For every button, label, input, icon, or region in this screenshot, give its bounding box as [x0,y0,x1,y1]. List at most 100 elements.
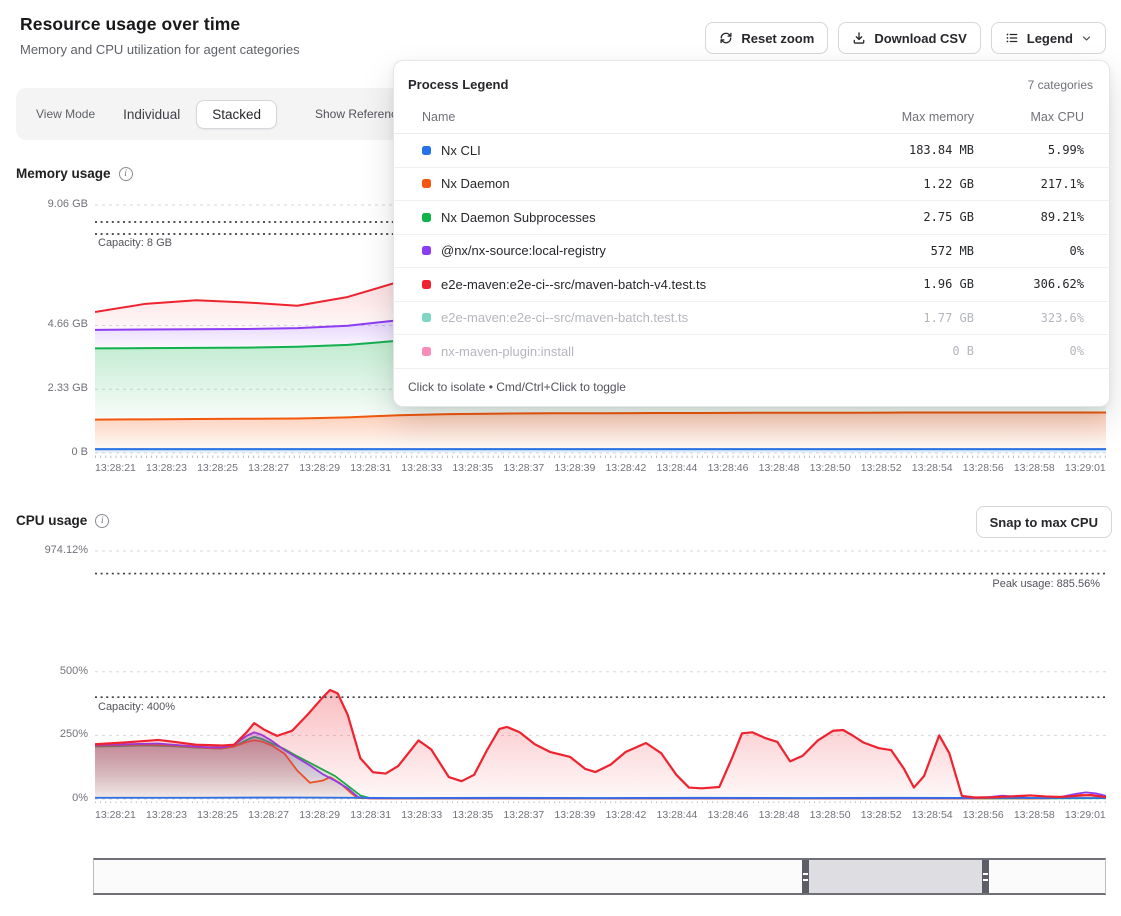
brush-handle-right[interactable] [982,860,989,893]
series-max-cpu: 89.21% [974,210,1084,224]
series-max-memory: 183.84 MB [824,143,974,157]
x-tick-label: 13:28:27 [248,462,289,474]
series-max-memory: 1.77 GB [824,311,974,325]
x-tick-label: 13:28:23 [146,462,187,474]
series-color-swatch [422,213,431,222]
resource-usage-page: Resource usage over time Memory and CPU … [0,0,1121,916]
x-tick-label: 13:28:44 [657,462,698,474]
series-max-memory: 1.22 GB [824,177,974,191]
snap-to-max-cpu-button[interactable]: Snap to max CPU [976,506,1112,538]
download-csv-button[interactable]: Download CSV [838,22,980,54]
legend-row[interactable]: e2e-maven:e2e-ci--src/maven-batch-v4.tes… [394,268,1109,302]
x-tick-label: 13:28:46 [708,809,749,821]
column-max-memory: Max memory [824,110,974,124]
x-tick-label: 13:28:37 [503,809,544,821]
x-tick-label: 13:28:35 [452,809,493,821]
series-name: e2e-maven:e2e-ci--src/maven-batch-v4.tes… [441,277,824,292]
x-tick-label: 13:28:42 [605,462,646,474]
x-tick-label: 13:28:29 [299,809,340,821]
brush-selection[interactable] [802,860,989,893]
x-tick-label: 13:28:50 [810,809,851,821]
brush-handle-left[interactable] [802,860,809,893]
reset-zoom-button[interactable]: Reset zoom [705,22,828,54]
x-tick-label: 13:28:31 [350,809,391,821]
x-tick-label: 13:29:01 [1065,462,1106,474]
view-mode-label: View Mode [36,107,95,121]
page-title: Resource usage over time [20,14,300,35]
legend-label: Legend [1027,31,1073,46]
legend-row[interactable]: Nx CLI183.84 MB5.99% [394,134,1109,168]
info-icon[interactable] [95,514,109,528]
grip-icon [803,873,808,881]
legend-row[interactable]: @nx/nx-source:local-registry572 MB0% [394,235,1109,269]
series-max-memory: 2.75 GB [824,210,974,224]
x-tick-label: 13:28:56 [963,809,1004,821]
header-actions: Reset zoom Download CSV Legend [705,22,1106,54]
time-range-brush[interactable] [93,858,1106,895]
memory-x-axis-labels: 13:28:2113:28:2313:28:2513:28:2713:28:29… [95,462,1106,474]
legend-hint: Click to isolate • Cmd/Ctrl+Click to tog… [394,369,1109,404]
legend-row[interactable]: e2e-maven:e2e-ci--src/maven-batch.test.t… [394,302,1109,336]
x-tick-label: 13:28:39 [554,462,595,474]
process-legend-popup: Process Legend 7 categories Name Max mem… [393,60,1110,407]
view-mode-individual[interactable]: Individual [123,107,180,122]
column-max-cpu: Max CPU [974,110,1084,124]
legend-row[interactable]: nx-maven-plugin:install0 B0% [394,335,1109,369]
series-color-swatch [422,146,431,155]
page-header: Resource usage over time Memory and CPU … [20,14,300,57]
view-mode-stacked[interactable]: Stacked [196,100,277,129]
grip-icon [983,873,988,881]
reset-zoom-label: Reset zoom [741,31,814,46]
legend-row[interactable]: Nx Daemon Subprocesses2.75 GB89.21% [394,201,1109,235]
cpu-section-title: CPU usage [16,513,109,528]
popup-title: Process Legend [408,77,508,92]
x-tick-label: 13:28:23 [146,809,187,821]
x-tick-label: 13:28:31 [350,462,391,474]
x-tick-label: 13:28:48 [759,462,800,474]
cpu-y-tick-label: 250% [0,728,88,740]
x-tick-label: 13:28:33 [401,809,442,821]
series-name: Nx Daemon Subprocesses [441,210,824,225]
category-count: 7 categories [1028,78,1093,92]
x-tick-label: 13:28:44 [657,809,698,821]
memory-y-tick-label: 4.66 GB [0,318,88,330]
popup-header: Process Legend 7 categories [394,61,1109,104]
x-tick-label: 13:28:54 [912,462,953,474]
series-max-cpu: 0% [974,344,1084,358]
cpu-y-tick-label: 500% [0,665,88,677]
x-tick-label: 13:28:58 [1014,809,1055,821]
series-max-memory: 572 MB [824,244,974,258]
memory-usage-title: Memory usage [16,166,111,181]
series-name: Nx Daemon [441,176,824,191]
x-tick-label: 13:28:39 [554,809,595,821]
legend-row[interactable]: Nx Daemon1.22 GB217.1% [394,168,1109,202]
cpu-y-tick-label: 0% [0,792,88,804]
cpu-y-tick-label: 974.12% [0,544,88,556]
x-tick-label: 13:28:25 [197,462,238,474]
series-max-cpu: 323.6% [974,311,1084,325]
x-tick-label: 13:28:46 [708,462,749,474]
refresh-icon [719,31,733,45]
series-max-cpu: 5.99% [974,143,1084,157]
series-color-swatch [422,347,431,356]
legend-rows: Nx CLI183.84 MB5.99%Nx Daemon1.22 GB217.… [394,134,1109,369]
x-tick-label: 13:28:52 [861,809,902,821]
memory-y-tick-label: 9.06 GB [0,198,88,210]
x-tick-label: 13:28:58 [1014,462,1055,474]
series-max-cpu: 0% [974,244,1084,258]
legend-dropdown-button[interactable]: Legend [991,22,1106,54]
series-name: nx-maven-plugin:install [441,344,824,359]
x-tick-label: 13:28:42 [605,809,646,821]
x-tick-label: 13:28:21 [95,809,136,821]
info-icon[interactable] [119,167,133,181]
x-tick-label: 13:28:48 [759,809,800,821]
download-csv-label: Download CSV [874,31,966,46]
x-tick-label: 13:28:37 [503,462,544,474]
series-name: Nx CLI [441,143,824,158]
cpu-peak-reference-label: Peak usage: 885.56% [992,578,1100,590]
series-color-swatch [422,280,431,289]
cpu-chart[interactable] [95,545,1106,803]
cpu-x-axis-labels: 13:28:2113:28:2313:28:2513:28:2713:28:29… [95,809,1106,821]
x-tick-label: 13:29:01 [1065,809,1106,821]
series-max-cpu: 306.62% [974,277,1084,291]
